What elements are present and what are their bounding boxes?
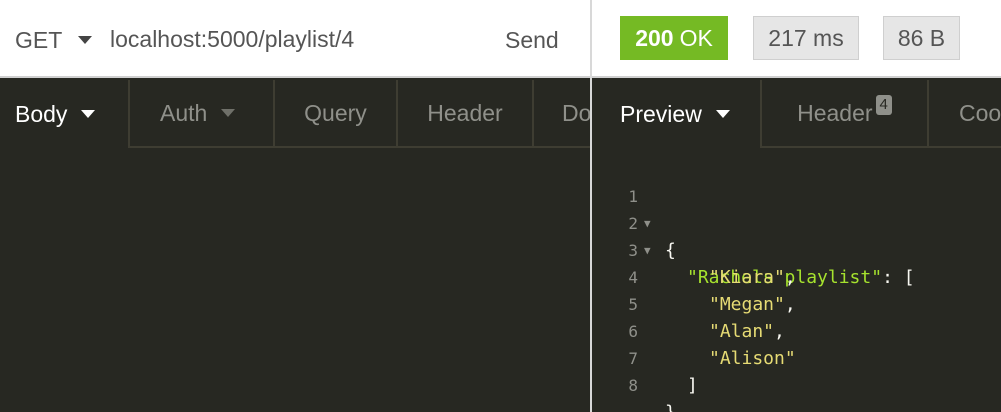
tab-query-label: Query xyxy=(304,99,367,126)
request-pane: GET Send Body Auth Query Header Do xyxy=(0,0,592,412)
tab-docs[interactable]: Do xyxy=(532,80,592,148)
code-line: 5 "Alan", xyxy=(592,264,785,342)
tab-preview[interactable]: Preview xyxy=(592,80,762,148)
comma: , xyxy=(784,294,796,315)
close-brace: } xyxy=(665,399,676,412)
code-line: 1 ▼ { xyxy=(592,156,679,261)
comma: , xyxy=(774,321,785,342)
request-tabs: Body Auth Query Header Do xyxy=(0,80,592,148)
json-value-line: "Kiara", xyxy=(709,264,796,291)
tab-docs-label: Do xyxy=(562,99,592,126)
line-number: 8 xyxy=(628,376,638,395)
status-badge: 200 OK xyxy=(620,16,728,60)
send-button[interactable]: Send xyxy=(505,26,559,54)
json-value-line: "Alison" xyxy=(709,345,796,372)
response-time-badge: 217 ms xyxy=(753,16,859,60)
response-size-badge: 86 B xyxy=(883,16,960,60)
json-string: "Alan" xyxy=(709,321,775,342)
code-line: 2 ▼ "Rachels playlist": [ xyxy=(592,183,914,288)
status-code: 200 xyxy=(635,24,674,51)
json-value-line: "Alan", xyxy=(709,318,785,345)
code-line: 8 } xyxy=(592,345,679,412)
response-pane: 200 OK 217 ms 86 B Preview Header 4 Coo … xyxy=(592,0,1001,412)
url-bar: GET Send xyxy=(0,0,590,78)
tab-auth-label: Auth xyxy=(160,99,208,126)
tab-body[interactable]: Body xyxy=(0,80,130,148)
url-input[interactable] xyxy=(110,24,480,54)
json-string: "Kiara" xyxy=(709,267,785,288)
method-label: GET xyxy=(15,27,63,53)
json-string: "Megan" xyxy=(709,294,785,315)
tab-cookies-label: Coo xyxy=(959,99,1001,126)
colon-bracket: : [ xyxy=(882,267,915,288)
code-line: 3 "Kiara", xyxy=(592,210,795,288)
method-dropdown[interactable]: GET xyxy=(15,26,93,54)
header-count-badge: 4 xyxy=(875,95,892,115)
caret-down-icon xyxy=(81,110,96,118)
app-window: GET Send Body Auth Query Header Do xyxy=(0,0,1001,412)
tab-response-header-label: Header xyxy=(797,99,873,126)
close-bracket: ] xyxy=(687,375,698,396)
code-line: 6 "Alison" xyxy=(592,291,795,369)
status-bar: 200 OK 217 ms 86 B xyxy=(592,0,1001,78)
caret-down-icon xyxy=(221,109,236,117)
tab-auth[interactable]: Auth xyxy=(130,80,273,148)
json-string: "Alison" xyxy=(709,348,796,369)
comma: , xyxy=(784,267,796,288)
json-value-line: "Megan", xyxy=(709,291,796,318)
caret-down-icon xyxy=(715,110,730,118)
tab-query[interactable]: Query xyxy=(273,80,396,148)
code-line: 7 ] xyxy=(592,318,697,396)
tab-response-header[interactable]: Header 4 xyxy=(762,80,927,148)
code-line: 4 "Megan", xyxy=(592,237,795,315)
tab-header[interactable]: Header xyxy=(396,80,532,148)
json-preview: 1 ▼ { 2 ▼ "Rachels playlist": [ 3 "Kiara… xyxy=(592,156,1001,412)
tab-body-label: Body xyxy=(15,100,68,127)
tab-header-label: Header xyxy=(427,99,503,126)
caret-down-icon xyxy=(78,36,93,44)
status-text: OK xyxy=(679,24,713,51)
response-tabs: Preview Header 4 Coo xyxy=(592,80,1001,148)
tab-cookies[interactable]: Coo xyxy=(927,80,1001,148)
tab-preview-label: Preview xyxy=(620,100,702,127)
